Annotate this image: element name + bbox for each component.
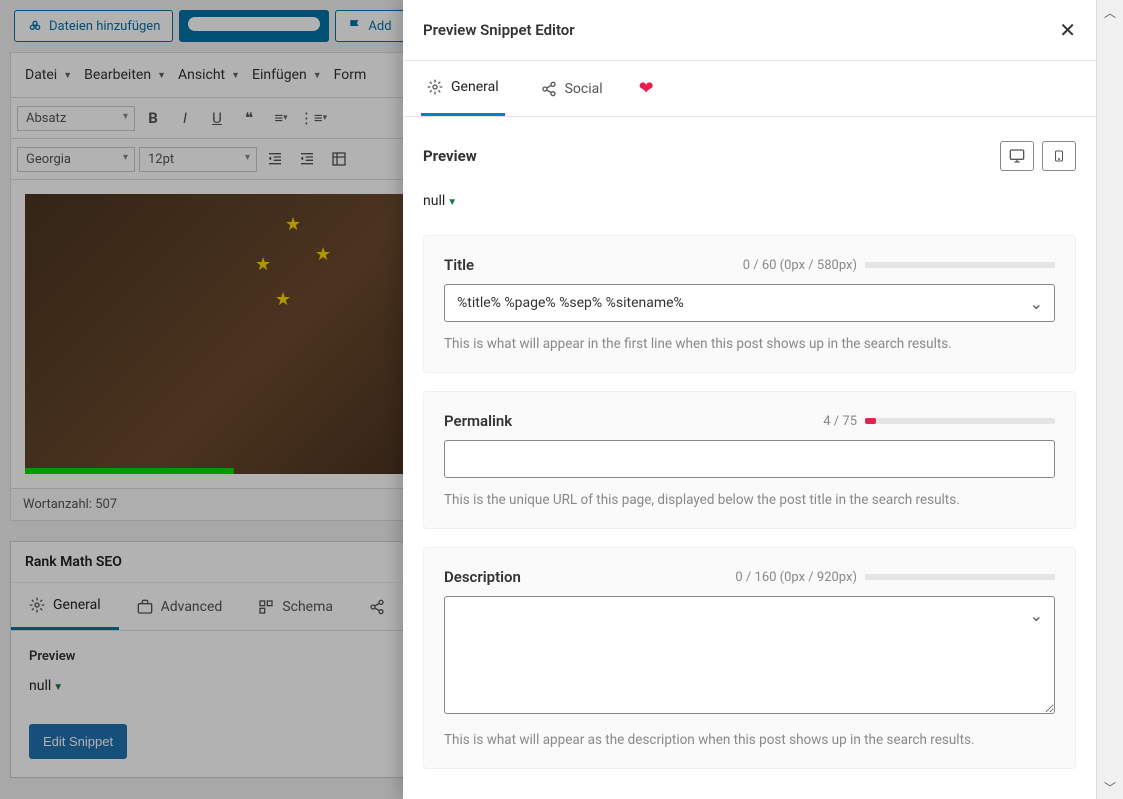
rankmath-tab-advanced[interactable]: Advanced [119,583,241,630]
heart-icon[interactable]: ❤ [639,78,654,99]
add-files-button[interactable]: Dateien hinzufügen [14,10,173,42]
rankmath-tab-general[interactable]: General [11,583,119,630]
font-select[interactable]: Georgia [17,147,135,172]
desktop-icon [1008,148,1026,164]
italic-button[interactable]: I [171,104,199,132]
schema-icon [258,599,274,615]
menu-datei[interactable]: Datei▼ [21,59,76,91]
description-textarea[interactable] [444,596,1055,714]
page-scrollbar[interactable]: ︿ ﹀ [1096,0,1123,799]
modal-title: Preview Snippet Editor [423,21,575,39]
share-icon [541,81,557,97]
indent-icon [299,151,315,167]
title-input[interactable] [444,284,1055,322]
menu-einfuegen[interactable]: Einfügen▼ [248,59,326,91]
size-select[interactable]: 12pt [139,147,257,172]
chevron-down-icon[interactable]: ⌄ [1030,294,1043,313]
description-progress [865,574,1055,580]
flag-icon [348,19,362,33]
permalink-counter: 4 / 75 [823,414,857,429]
modal-null-dropdown[interactable]: null▼ [423,193,1076,209]
outdent-button[interactable] [261,145,289,173]
permalink-field-card: Permalink 4 / 75 This is the unique URL … [423,391,1076,529]
permalink-progress [865,418,1055,424]
modal-preview-label: Preview [423,147,477,165]
description-counter: 0 / 160 (0px / 920px) [735,570,857,585]
format-select[interactable]: Absatz [17,106,135,131]
chevron-down-icon[interactable]: ⌄ [1030,606,1043,625]
add-other-button[interactable]: Add [335,10,404,42]
table-button[interactable] [325,145,353,173]
share-icon [369,599,385,615]
title-field-label: Title [444,256,474,274]
indent-button[interactable] [293,145,321,173]
modal-tab-general[interactable]: General [421,61,505,116]
permalink-field-label: Permalink [444,412,512,430]
title-counter: 0 / 60 (0px / 580px) [743,258,857,273]
add-files-label: Dateien hinzufügen [49,19,160,34]
bullet-list-button[interactable]: ≡▾ [267,104,295,132]
mobile-preview-button[interactable] [1042,141,1076,171]
modal-tab-social[interactable]: Social [535,63,609,115]
gear-icon [427,79,443,95]
redacted-button[interactable] [179,10,329,42]
underline-button[interactable]: U [203,104,231,132]
description-field-label: Description [444,568,521,586]
title-field-card: Title 0 / 60 (0px / 580px) ⌄ This is wha… [423,235,1076,373]
menu-ansicht[interactable]: Ansicht▼ [174,59,244,91]
title-help: This is what will appear in the first li… [444,336,1055,352]
gear-icon [29,597,45,613]
table-icon [331,151,347,167]
title-progress [865,262,1055,268]
preview-snippet-modal: Preview Snippet Editor ✕ General Social … [403,0,1096,799]
quote-button[interactable]: ❝ [235,104,263,132]
add-other-label: Add [368,19,391,34]
menu-bearbeiten[interactable]: Bearbeiten▼ [80,59,170,91]
menu-format[interactable]: Form [330,59,371,91]
briefcase-icon [137,599,153,615]
mobile-icon [1053,147,1065,165]
rankmath-tab-share[interactable] [351,583,403,630]
scroll-up-arrow[interactable]: ︿ [1097,0,1123,24]
rankmath-tab-schema[interactable]: Schema [240,583,351,630]
outdent-icon [267,151,283,167]
description-help: This is what will appear as the descript… [444,732,1055,748]
scroll-down-arrow[interactable]: ﹀ [1097,775,1123,799]
media-icon [27,18,43,34]
number-list-button[interactable]: ⋮≡▾ [299,104,327,132]
bold-button[interactable]: B [139,104,167,132]
edit-snippet-button[interactable]: Edit Snippet [29,724,127,759]
permalink-input[interactable] [444,440,1055,478]
description-field-card: Description 0 / 160 (0px / 920px) ⌄ This… [423,547,1076,769]
close-button[interactable]: ✕ [1059,18,1076,42]
permalink-help: This is the unique URL of this page, dis… [444,492,1055,508]
desktop-preview-button[interactable] [1000,141,1034,171]
